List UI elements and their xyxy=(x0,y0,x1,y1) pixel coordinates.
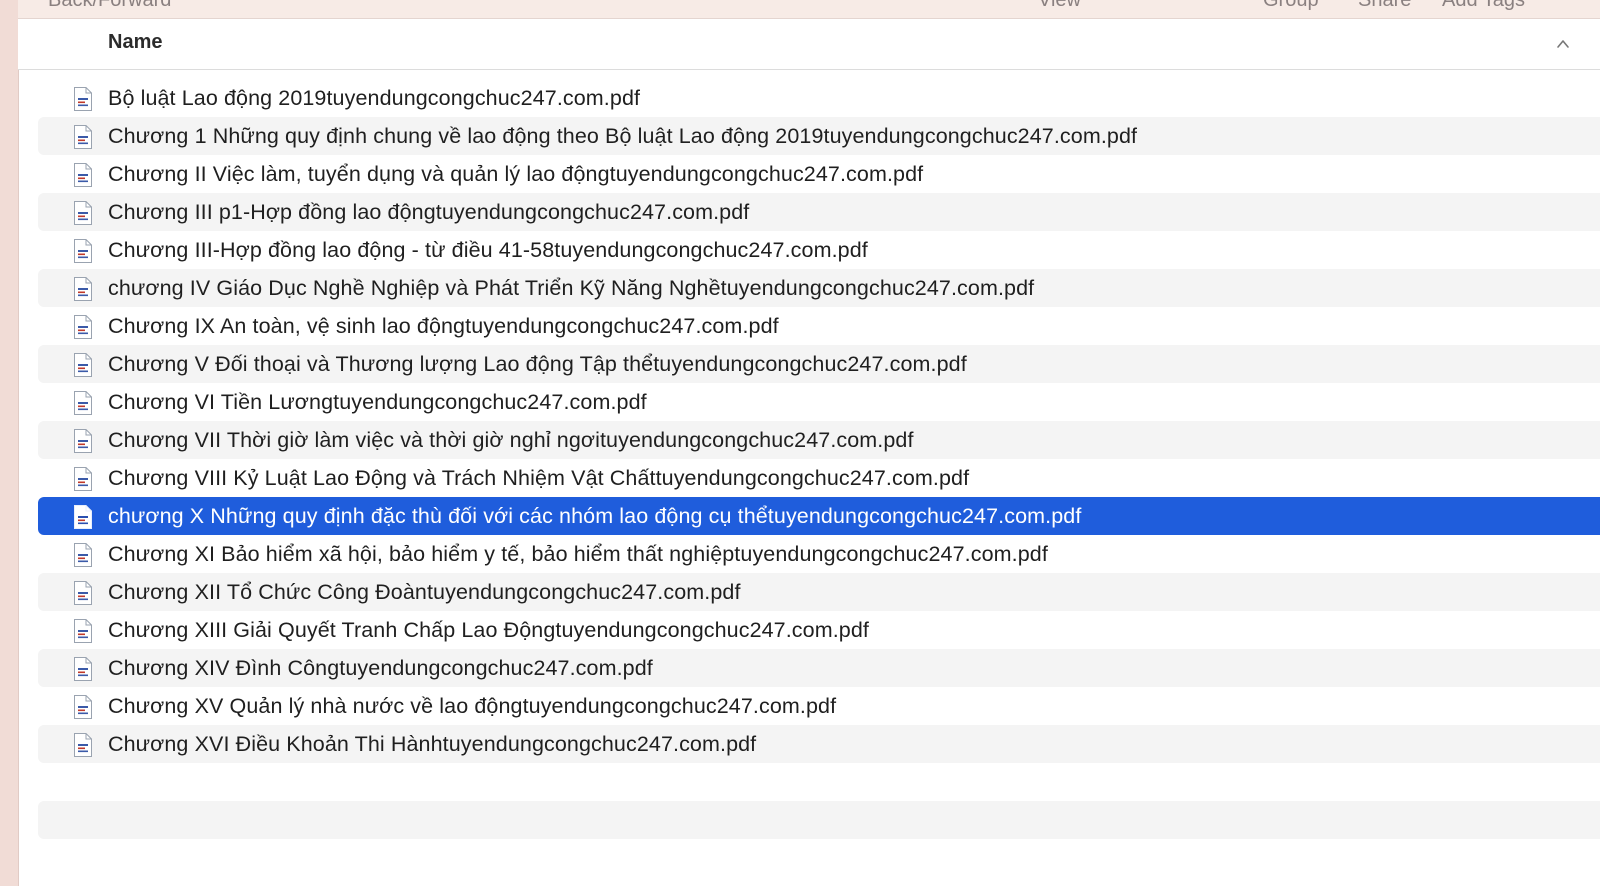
sidebar-edge xyxy=(0,0,19,886)
add-tags-label[interactable]: Add Tags xyxy=(1442,0,1525,12)
file-name[interactable]: Chương III p1-Hợp đồng lao độngtuyendung… xyxy=(108,200,749,225)
group-label[interactable]: Group xyxy=(1263,0,1319,12)
pdf-document-icon xyxy=(72,428,94,454)
file-row[interactable]: Chương VII Thời giờ làm việc và thời giờ… xyxy=(38,421,1600,459)
pdf-document-icon xyxy=(72,276,94,302)
file-name[interactable]: chương X Những quy định đặc thù đối với … xyxy=(108,504,1081,529)
file-name[interactable]: Chương VII Thời giờ làm việc và thời giờ… xyxy=(108,428,914,453)
file-name[interactable]: Chương 1 Những quy định chung về lao độn… xyxy=(108,124,1137,149)
chevron-up-icon[interactable] xyxy=(1556,37,1570,51)
pdf-document-icon xyxy=(72,542,94,568)
view-label[interactable]: View xyxy=(1038,0,1081,12)
pdf-document-icon xyxy=(72,390,94,416)
pdf-document-icon xyxy=(72,732,94,758)
file-row[interactable]: Chương III p1-Hợp đồng lao độngtuyendung… xyxy=(38,193,1600,231)
file-name[interactable]: Bộ luật Lao động 2019tuyendungcongchuc24… xyxy=(108,86,640,111)
pdf-document-icon xyxy=(72,580,94,606)
file-row[interactable]: chương X Những quy định đặc thù đối với … xyxy=(38,497,1600,535)
file-name[interactable]: Chương XIII Giải Quyết Tranh Chấp Lao Độ… xyxy=(108,618,869,643)
file-name[interactable]: Chương II Việc làm, tuyển dụng và quản l… xyxy=(108,162,923,187)
empty-row xyxy=(38,763,1600,801)
file-row[interactable]: Chương 1 Những quy định chung về lao độn… xyxy=(38,117,1600,155)
pdf-document-icon xyxy=(72,86,94,112)
share-label[interactable]: Share xyxy=(1358,0,1411,12)
pdf-document-icon xyxy=(72,238,94,264)
file-name[interactable]: Chương XI Bảo hiểm xã hội, bảo hiểm y tế… xyxy=(108,542,1048,567)
pdf-document-icon xyxy=(72,656,94,682)
file-row[interactable]: Chương VIII Kỷ Luật Lao Động và Trách Nh… xyxy=(38,459,1600,497)
file-name[interactable]: Chương XVI Điều Khoản Thi Hànhtuyendungc… xyxy=(108,732,756,757)
pdf-document-icon xyxy=(72,504,94,530)
pdf-document-icon xyxy=(72,618,94,644)
file-row[interactable]: Chương XII Tổ Chức Công Đoàntuyendungcon… xyxy=(38,573,1600,611)
file-row[interactable]: Chương XIV Đình Côngtuyendungcongchuc247… xyxy=(38,649,1600,687)
toolbar: Back/Forward View Group Share Add Tags xyxy=(18,0,1600,19)
back-forward-label[interactable]: Back/Forward xyxy=(48,0,171,12)
file-list: Bộ luật Lao động 2019tuyendungcongchuc24… xyxy=(38,79,1600,839)
file-row[interactable]: Chương XVI Điều Khoản Thi Hànhtuyendungc… xyxy=(38,725,1600,763)
column-header[interactable]: Name xyxy=(18,19,1600,70)
file-name[interactable]: Chương VIII Kỷ Luật Lao Động và Trách Nh… xyxy=(108,466,969,491)
finder-window: Back/Forward View Group Share Add Tags N… xyxy=(0,0,1600,886)
file-name[interactable]: Chương V Đối thoại và Thương lượng Lao đ… xyxy=(108,352,967,377)
file-row[interactable]: Chương XIII Giải Quyết Tranh Chấp Lao Độ… xyxy=(38,611,1600,649)
file-row[interactable]: Chương VI Tiền Lươngtuyendungcongchuc247… xyxy=(38,383,1600,421)
file-row[interactable]: Chương II Việc làm, tuyển dụng và quản l… xyxy=(38,155,1600,193)
file-row[interactable]: Chương III-Hợp đồng lao động - từ điều 4… xyxy=(38,231,1600,269)
name-column-header[interactable]: Name xyxy=(108,31,162,54)
pdf-document-icon xyxy=(72,124,94,150)
empty-row xyxy=(38,801,1600,839)
file-name[interactable]: chương IV Giáo Dục Nghề Nghiệp và Phát T… xyxy=(108,276,1034,301)
pdf-document-icon xyxy=(72,314,94,340)
file-row[interactable]: Chương XI Bảo hiểm xã hội, bảo hiểm y tế… xyxy=(38,535,1600,573)
file-row[interactable]: Bộ luật Lao động 2019tuyendungcongchuc24… xyxy=(38,79,1600,117)
file-row[interactable]: Chương IX An toàn, vệ sinh lao độngtuyen… xyxy=(38,307,1600,345)
pdf-document-icon xyxy=(72,200,94,226)
file-name[interactable]: Chương XIV Đình Côngtuyendungcongchuc247… xyxy=(108,656,653,681)
file-name[interactable]: Chương XII Tổ Chức Công Đoàntuyendungcon… xyxy=(108,580,741,605)
file-row[interactable]: Chương V Đối thoại và Thương lượng Lao đ… xyxy=(38,345,1600,383)
file-name[interactable]: Chương IX An toàn, vệ sinh lao độngtuyen… xyxy=(108,314,779,339)
file-name[interactable]: Chương VI Tiền Lươngtuyendungcongchuc247… xyxy=(108,390,647,415)
pdf-document-icon xyxy=(72,466,94,492)
pdf-document-icon xyxy=(72,352,94,378)
file-name[interactable]: Chương III-Hợp đồng lao động - từ điều 4… xyxy=(108,238,868,263)
pdf-document-icon xyxy=(72,694,94,720)
file-name[interactable]: Chương XV Quản lý nhà nước về lao độngtu… xyxy=(108,694,836,719)
pdf-document-icon xyxy=(72,162,94,188)
file-row[interactable]: chương IV Giáo Dục Nghề Nghiệp và Phát T… xyxy=(38,269,1600,307)
file-row[interactable]: Chương XV Quản lý nhà nước về lao độngtu… xyxy=(38,687,1600,725)
